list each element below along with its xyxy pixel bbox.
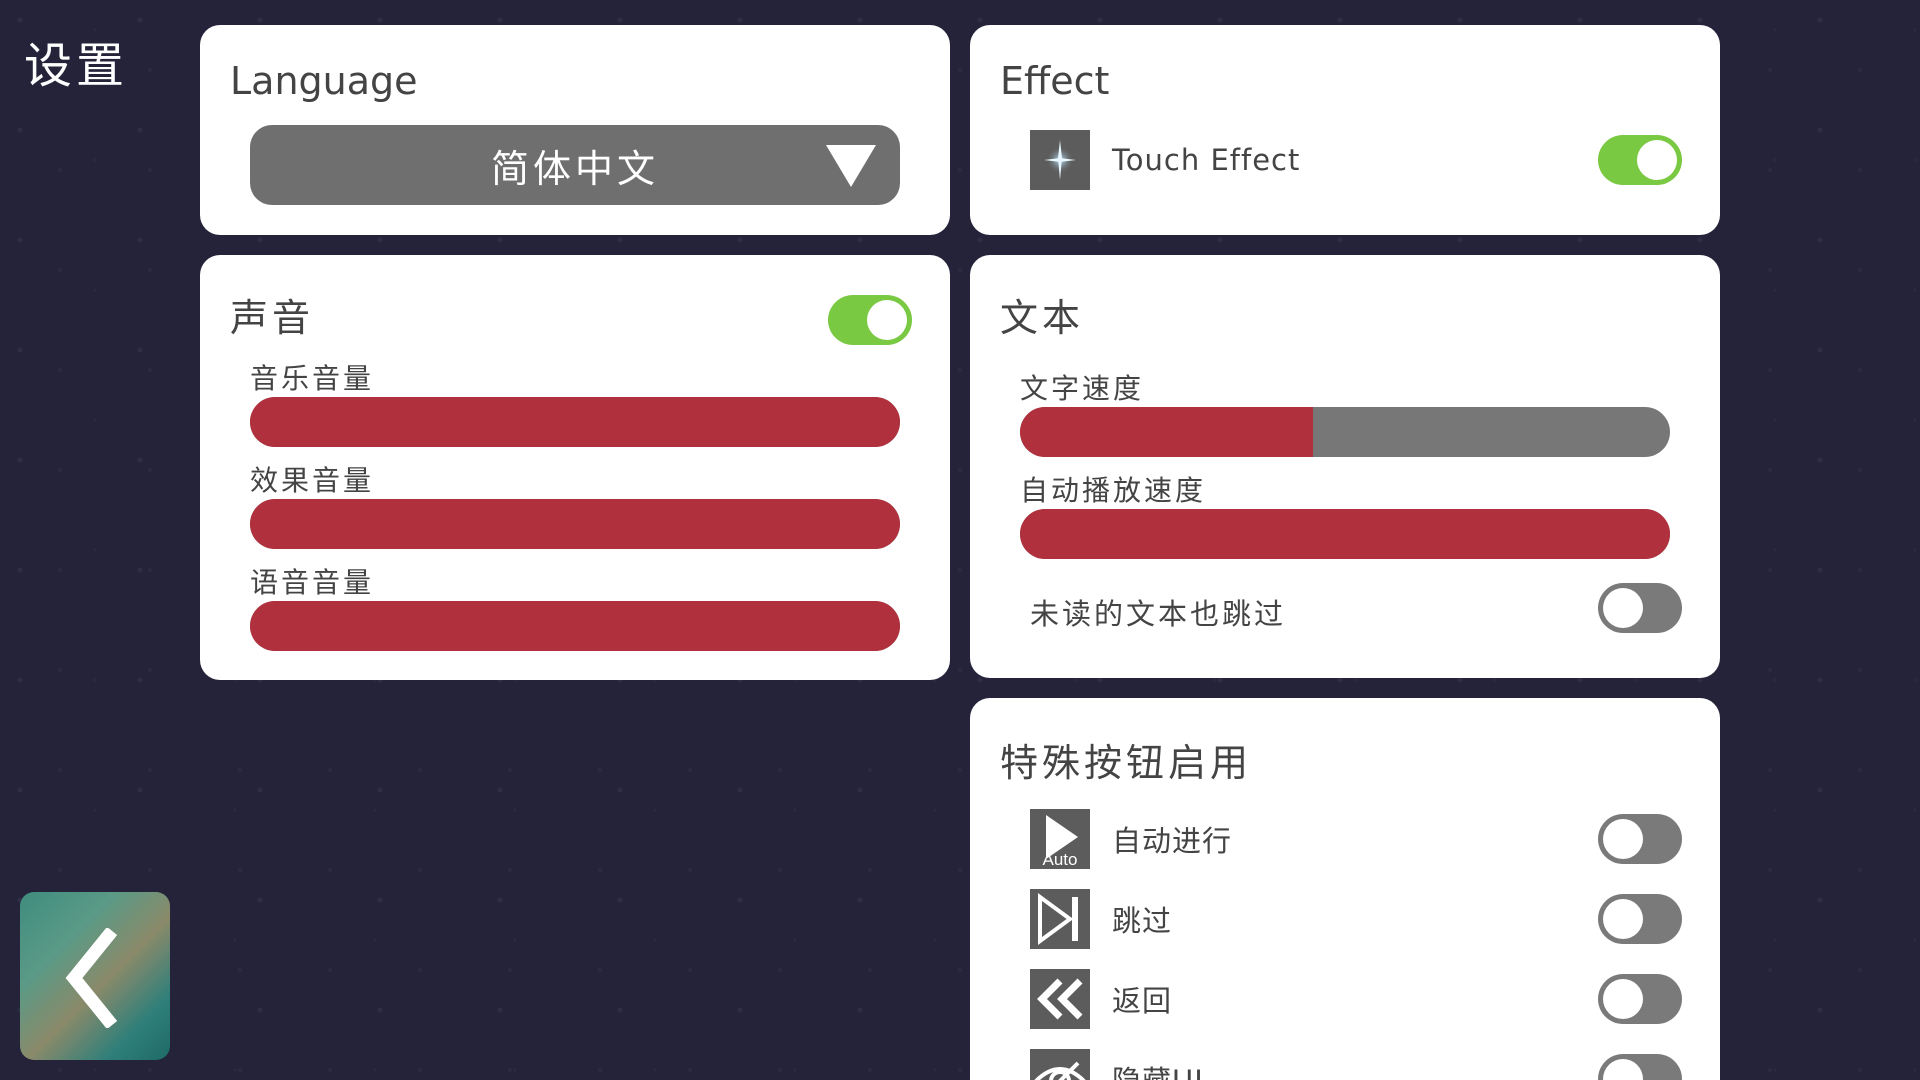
effect-heading: Effect xyxy=(1000,59,1110,103)
hide-ui-label: 隐藏UI xyxy=(1112,1058,1682,1080)
touch-effect-toggle[interactable] xyxy=(1598,135,1682,185)
music-volume-label: 音乐音量 xyxy=(250,362,375,395)
special-buttons-heading: 特殊按钮启用 xyxy=(1000,741,1253,785)
auto-play-speed-fill xyxy=(1020,509,1670,559)
skip-toggle[interactable] xyxy=(1598,894,1682,944)
skip-unread-toggle[interactable] xyxy=(1598,583,1682,633)
back-button[interactable] xyxy=(20,892,170,1060)
rewind-label: 返回 xyxy=(1112,984,1173,1018)
sparkle-icon xyxy=(1030,130,1090,190)
auto-play-speed-slider[interactable] xyxy=(1020,509,1670,559)
rewind-icon xyxy=(1030,969,1090,1029)
auto-toggle[interactable] xyxy=(1598,814,1682,864)
text-panel: 文本 文字速度 自动播放速度 未读的文本也跳过 xyxy=(970,255,1720,678)
voice-volume-fill xyxy=(250,601,900,651)
language-select-value: 简体中文 xyxy=(490,146,659,191)
touch-effect-label: Touch Effect xyxy=(1112,143,1301,177)
skip-unread-label: 未读的文本也跳过 xyxy=(1030,597,1287,631)
music-volume-slider[interactable] xyxy=(250,397,900,447)
special-row-rewind: 返回 xyxy=(1030,968,1682,1030)
touch-effect-row: Touch Effect xyxy=(1030,129,1682,191)
special-row-hide-ui: 隐藏UI xyxy=(1030,1048,1682,1080)
special-row-skip: 跳过 xyxy=(1030,888,1682,950)
special-row-auto: Auto 自动进行 xyxy=(1030,808,1682,870)
sound-heading: 声音 xyxy=(230,296,315,340)
special-buttons-panel: 特殊按钮启用 Auto 自动进行 跳过 返回 xyxy=(970,698,1720,1080)
language-select[interactable]: 简体中文 xyxy=(250,125,900,205)
effect-panel: Effect Touch Effect xyxy=(970,25,1720,235)
text-speed-slider[interactable] xyxy=(1020,407,1670,457)
effect-volume-slider[interactable] xyxy=(250,499,900,549)
dropdown-triangle-icon xyxy=(826,145,876,187)
text-speed-label: 文字速度 xyxy=(1020,372,1145,405)
skip-label: 跳过 xyxy=(1112,904,1173,938)
auto-play-speed-label: 自动播放速度 xyxy=(1020,474,1207,507)
hide-ui-icon xyxy=(1030,1049,1090,1080)
voice-volume-label: 语音音量 xyxy=(250,566,375,599)
language-heading: Language xyxy=(230,59,418,103)
auto-icon-text: Auto xyxy=(1043,850,1078,869)
music-volume-fill xyxy=(250,397,900,447)
effect-volume-fill xyxy=(250,499,900,549)
rewind-toggle[interactable] xyxy=(1598,974,1682,1024)
hide-ui-toggle[interactable] xyxy=(1598,1054,1682,1080)
chevron-left-icon xyxy=(65,928,118,1028)
skip-icon xyxy=(1030,889,1090,949)
sound-toggle[interactable] xyxy=(828,295,912,345)
auto-play-icon: Auto xyxy=(1030,809,1090,869)
page-title: 设置 xyxy=(24,38,129,94)
text-speed-fill xyxy=(1020,407,1313,457)
language-panel: Language 简体中文 xyxy=(200,25,950,235)
effect-volume-label: 效果音量 xyxy=(250,464,375,497)
text-heading: 文本 xyxy=(1000,296,1085,340)
voice-volume-slider[interactable] xyxy=(250,601,900,651)
auto-label: 自动进行 xyxy=(1112,824,1233,858)
sound-panel: 声音 音乐音量 效果音量 语音音量 xyxy=(200,255,950,680)
